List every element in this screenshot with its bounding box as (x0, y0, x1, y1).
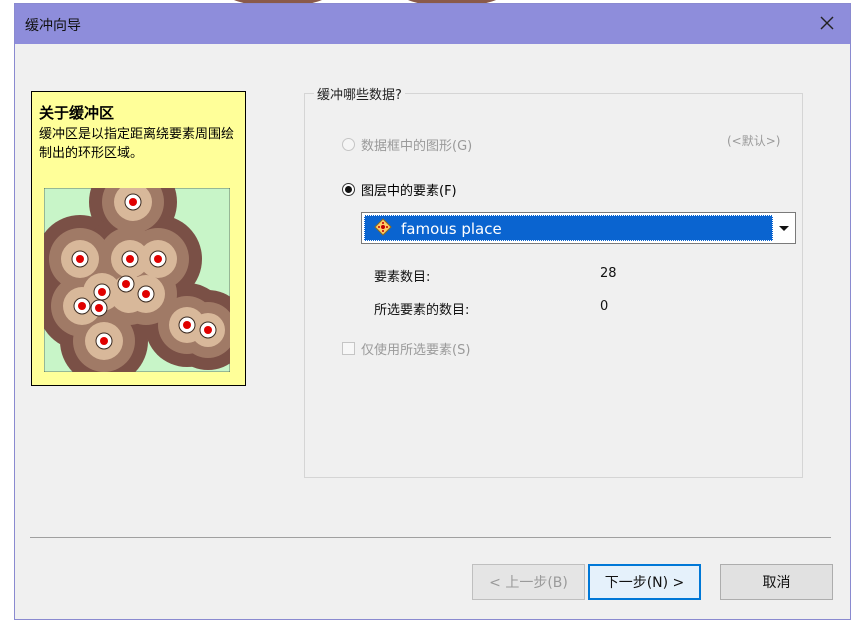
window-title: 缓冲向导 (25, 18, 81, 34)
buffer-illustration (44, 188, 230, 372)
selected-only-label: 仅使用所选要素(S) (361, 343, 471, 358)
option-layer-radio[interactable] (342, 183, 355, 196)
layer-select[interactable]: famous place (361, 212, 796, 244)
option-layer-radio-row[interactable]: 图层中的要素(F) (342, 180, 457, 199)
feature-count-label: 要素数目: (374, 270, 431, 285)
point-layer-icon (374, 218, 392, 236)
chevron-down-icon (779, 226, 789, 231)
close-icon[interactable] (814, 10, 840, 36)
next-button[interactable]: 下一步(N) > (588, 564, 701, 600)
selected-count-value: 0 (600, 299, 609, 314)
back-button: < 上一步(B) (472, 564, 585, 600)
option-graphics-radio-row: 数据框中的图形(G) (342, 135, 472, 154)
layer-select-dropdown-button[interactable] (774, 214, 794, 242)
buffer-info-panel: 关于缓冲区 缓冲区是以指定距离绕要素周围绘制出的环形区域。 (31, 91, 246, 386)
option-graphics-label: 数据框中的图形(G) (361, 139, 473, 154)
info-panel-description: 缓冲区是以指定距离绕要素周围绘制出的环形区域。 (39, 127, 235, 161)
group-legend: 缓冲哪些数据? (314, 84, 405, 103)
selected-only-row: 仅使用所选要素(S) (342, 339, 470, 358)
layer-select-value: famous place (401, 220, 502, 238)
footer-divider (30, 537, 831, 538)
feature-count-value: 28 (600, 266, 617, 281)
title-bar[interactable]: 缓冲向导 (15, 4, 850, 44)
selected-only-checkbox (342, 342, 355, 355)
selected-count-label: 所选要素的数目: (374, 303, 470, 318)
info-panel-title: 关于缓冲区 (39, 104, 115, 122)
cancel-button[interactable]: 取消 (720, 564, 833, 600)
option-layer-label[interactable]: 图层中的要素(F) (361, 180, 457, 199)
default-tag: (<默认>) (727, 134, 781, 148)
option-graphics-radio (342, 138, 355, 151)
